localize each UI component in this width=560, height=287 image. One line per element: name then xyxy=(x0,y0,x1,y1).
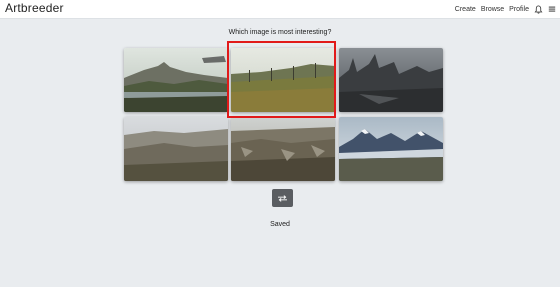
bell-icon[interactable] xyxy=(534,4,543,14)
image-option-5[interactable] xyxy=(231,117,335,181)
selection-highlight xyxy=(227,41,336,118)
image-option-6[interactable] xyxy=(339,117,443,181)
nav-create-link[interactable]: Create xyxy=(455,6,476,13)
save-status: Saved xyxy=(270,221,290,228)
image-option-4[interactable] xyxy=(124,117,228,181)
image-option-1[interactable] xyxy=(124,48,228,112)
nav-menu: Create Browse Profile xyxy=(455,0,556,18)
nav-profile-link[interactable]: Profile xyxy=(509,6,529,13)
nav-browse-link[interactable]: Browse xyxy=(481,6,504,13)
shuffle-icon xyxy=(278,194,287,202)
shuffle-button[interactable] xyxy=(272,189,293,207)
top-navigation-bar: Artbreeder Create Browse Profile xyxy=(0,0,560,19)
hamburger-menu-icon[interactable] xyxy=(548,5,556,13)
app-logo[interactable]: Artbreeder xyxy=(5,1,64,15)
prompt-question: Which image is most interesting? xyxy=(228,29,332,36)
image-option-3[interactable] xyxy=(339,48,443,112)
